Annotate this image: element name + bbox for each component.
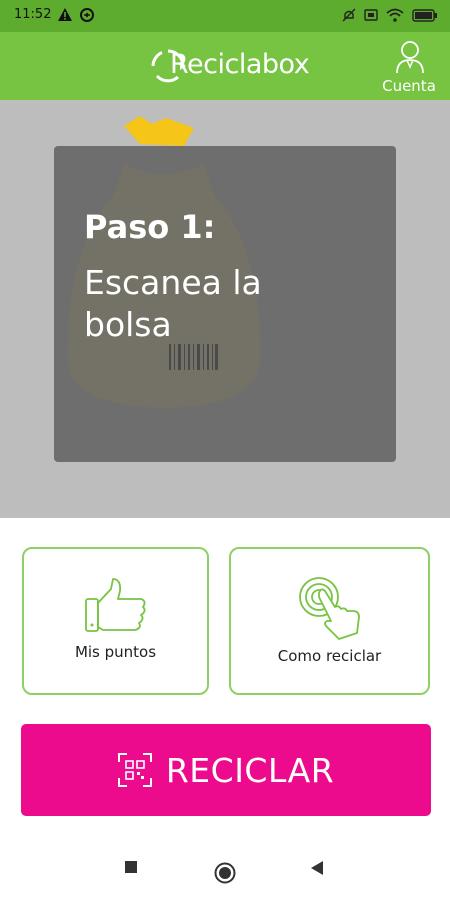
status-time: 11:52: [14, 7, 52, 22]
step-title: Paso 1:: [84, 208, 216, 246]
system-nav-bar: [0, 838, 450, 900]
screen-icon: [364, 9, 378, 21]
wifi-icon: [386, 8, 404, 22]
home-icon[interactable]: [214, 862, 236, 884]
thumbs-up-icon: [84, 578, 145, 632]
status-bar: 11:52: [0, 0, 450, 32]
warning-icon: [58, 8, 72, 21]
account-label: Cuenta: [382, 77, 436, 95]
step-description: Escanea la bolsa: [84, 263, 262, 344]
mute-icon: [342, 8, 356, 22]
how-to-recycle-label: Como reciclar: [277, 647, 382, 665]
my-points-label: Mis puntos: [74, 643, 157, 661]
reciclabox-logo: Reciclabox: [150, 44, 310, 88]
recent-apps-icon[interactable]: [124, 860, 138, 874]
my-points-button[interactable]: Mis puntos: [22, 547, 209, 695]
back-icon[interactable]: [310, 860, 324, 876]
sync-icon: [80, 8, 94, 22]
how-to-recycle-button[interactable]: Como reciclar: [229, 547, 430, 695]
app-header: Reciclabox Cuenta: [0, 32, 450, 100]
logo-text: Reciclabox: [170, 49, 310, 80]
battery-icon: [412, 8, 437, 22]
account-button[interactable]: Cuenta: [378, 38, 440, 98]
status-icons: [342, 8, 438, 22]
qr-scan-icon: [117, 753, 152, 787]
recycle-button[interactable]: RECICLAR: [21, 724, 431, 816]
user-icon: [396, 41, 424, 74]
scan-area[interactable]: Paso 1: Escanea la bolsa: [0, 100, 450, 518]
recycle-label: RECICLAR: [165, 750, 335, 790]
touch-hand-icon: [298, 577, 360, 640]
bag-tie-icon: [124, 116, 194, 146]
instruction-card: Paso 1: Escanea la bolsa: [54, 146, 396, 462]
barcode-icon: [169, 344, 218, 370]
